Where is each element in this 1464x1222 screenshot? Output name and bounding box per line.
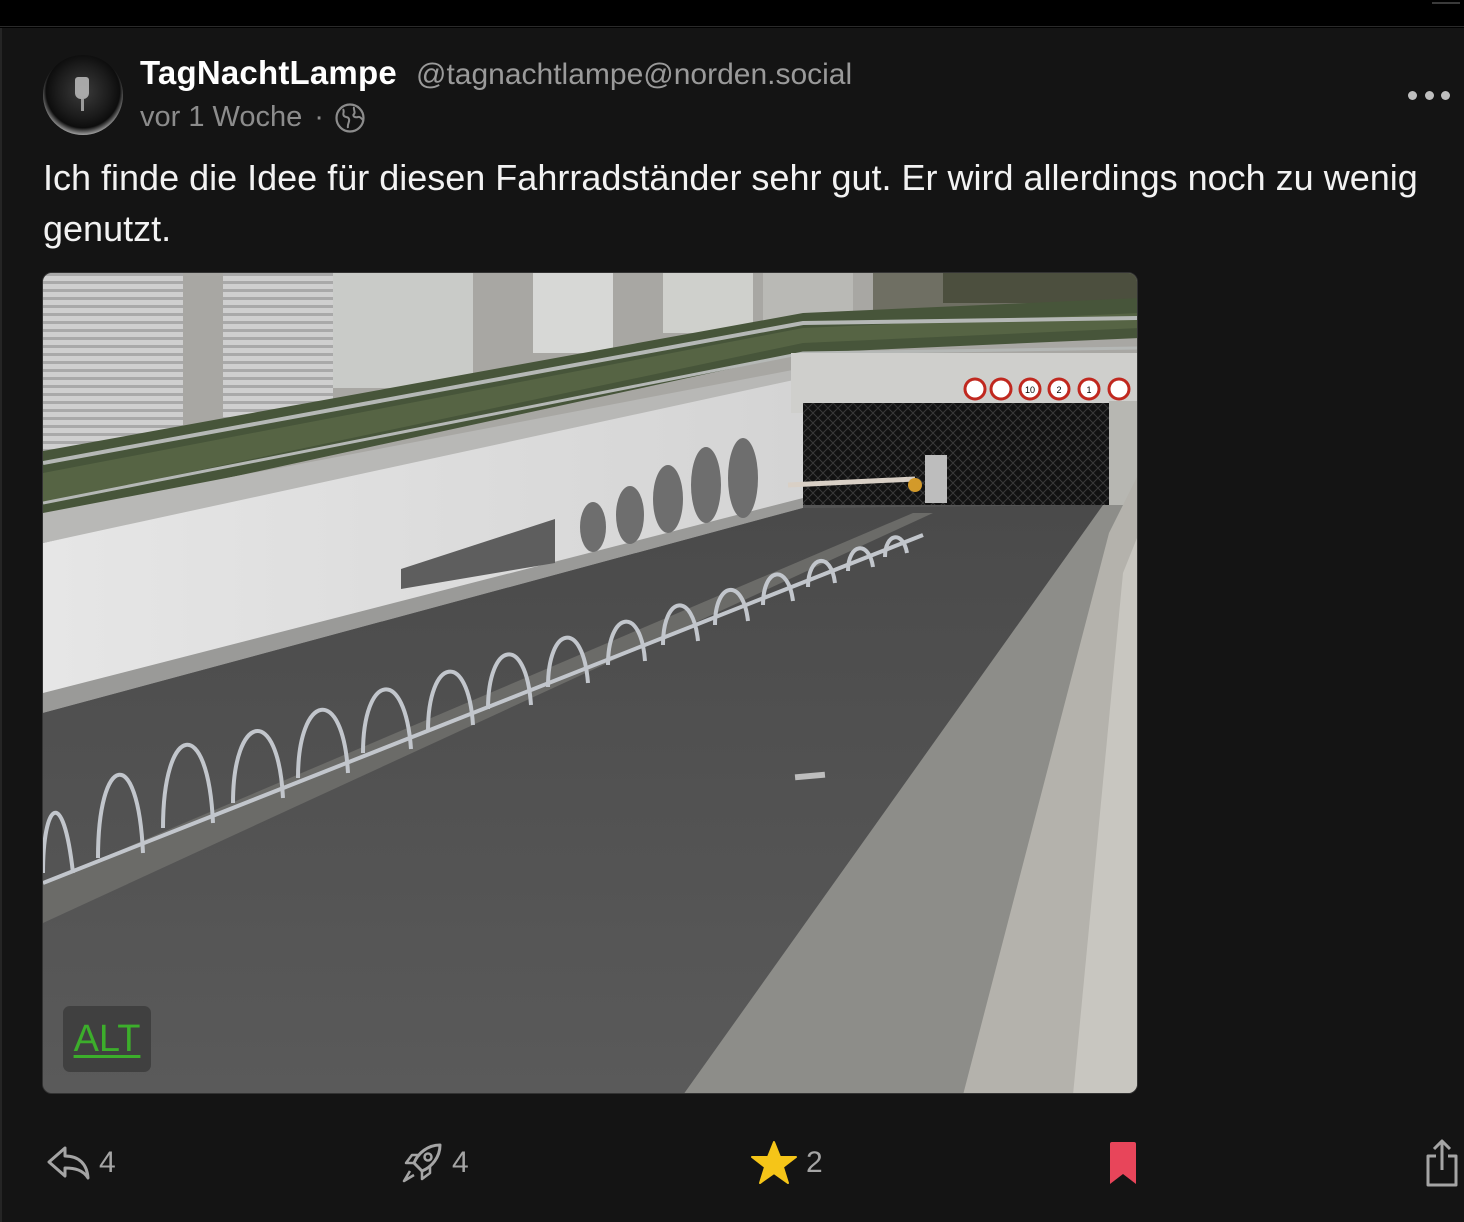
more-dot [1408,90,1417,100]
barrier-post [925,455,947,503]
round-vent [653,465,683,533]
timestamp[interactable]: vor 1 Woche [140,101,302,134]
window [533,273,613,353]
post-card[interactable]: TagNachtLampe @tagnachtlampe@norden.soci… [0,28,1464,1222]
window [223,273,333,423]
boost-button[interactable]: 4 [400,1128,469,1198]
round-vent [616,486,644,544]
display-name[interactable]: TagNachtLampe [140,54,397,92]
round-vent [691,447,721,523]
meta-separator: · [314,100,324,133]
garage-gate [803,403,1113,505]
more-dot [1424,90,1434,100]
favourite-button[interactable]: 2 [750,1128,823,1198]
avatar[interactable] [43,55,123,135]
rocket-icon [402,1143,442,1183]
sign-label: 2 [1056,385,1061,395]
sign-label: 1 [1086,385,1091,395]
top-edge [0,0,1464,27]
reply-count: 4 [99,1146,116,1179]
alt-label: ALT [73,1017,141,1060]
reply-icon [47,1146,90,1180]
post-text: Ich finde die Idee für diesen Fahrradstä… [43,157,1418,249]
window [43,273,183,453]
garage-ramp-photo: 10 2 1 [43,273,1137,1093]
lamp-icon [75,77,89,99]
account-handle[interactable]: @tagnachtlampe@norden.social [416,58,852,92]
star-icon [751,1141,797,1184]
window [663,273,753,333]
alt-text-badge[interactable]: ALT [63,1006,151,1072]
favourite-count: 2 [806,1146,823,1179]
top-edge-marker [1432,0,1460,4]
share-button[interactable] [1424,1128,1460,1198]
post-meta: vor 1 Woche · [140,100,366,134]
round-vent [728,438,758,518]
more-options-button[interactable] [1408,83,1450,107]
round-vent [580,502,606,552]
sign-label: 10 [1025,385,1035,395]
window [333,273,473,388]
boost-count: 4 [452,1146,469,1179]
media-attachment[interactable]: 10 2 1 ALT [42,272,1138,1094]
background-trees [943,273,1137,303]
bookmark-icon [1110,1142,1136,1184]
more-dot [1441,90,1450,100]
reply-button[interactable]: 4 [45,1128,116,1198]
globe-icon [335,103,365,133]
share-icon [1426,1139,1458,1187]
lamp-stem [81,99,84,111]
action-bar: 4 4 2 [2,1128,1464,1198]
bookmark-button[interactable] [1106,1128,1140,1198]
